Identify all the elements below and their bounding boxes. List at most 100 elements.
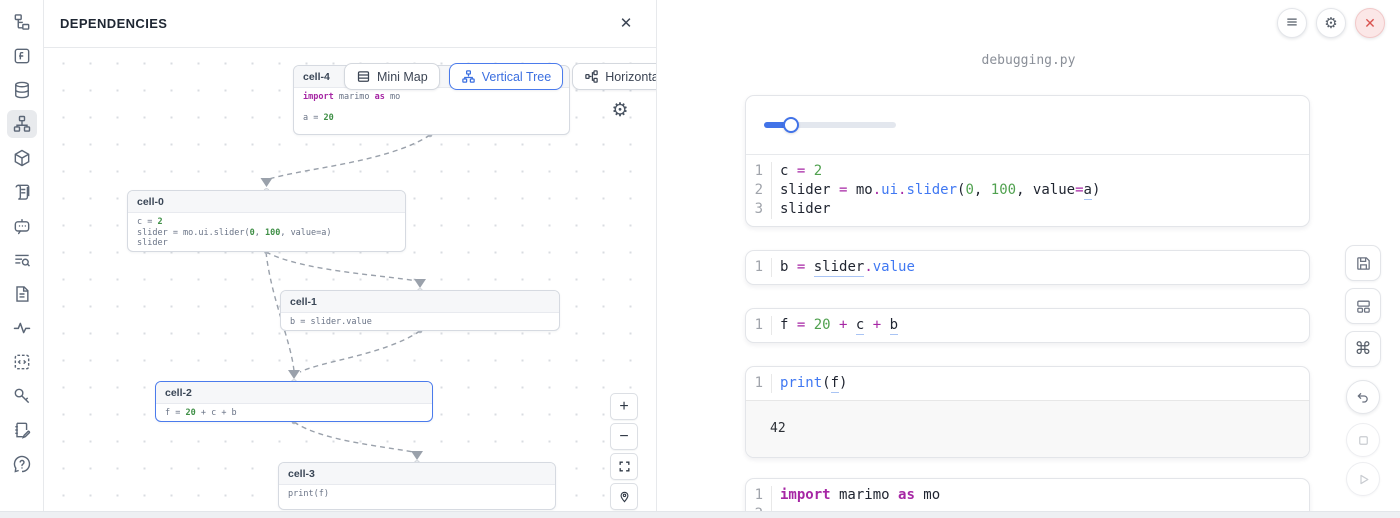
- vertical-tree-button[interactable]: Vertical Tree: [449, 63, 563, 90]
- notebook-settings-button[interactable]: ⚙: [1316, 8, 1346, 38]
- close-icon: ✕: [1364, 15, 1376, 32]
- mini-map-button[interactable]: Mini Map: [344, 63, 440, 90]
- layout-button[interactable]: [1345, 288, 1381, 324]
- logs-icon[interactable]: [7, 178, 37, 206]
- mini-map-icon: [356, 69, 371, 84]
- graph-node-title: cell-0: [128, 191, 405, 213]
- cell-console-output: 42: [746, 400, 1309, 457]
- graph-node-cell-3[interactable]: cell-3 print(f): [278, 462, 556, 510]
- documentation-icon[interactable]: [7, 280, 37, 308]
- vertical-tree-icon: [461, 69, 476, 84]
- zoom-in-icon: +: [619, 398, 628, 416]
- dependencies-panel: DEPENDENCIES ✕: [44, 0, 657, 518]
- database-icon[interactable]: [7, 76, 37, 104]
- code-editor[interactable]: 1f = 20 + c + b: [746, 309, 1309, 342]
- secrets-icon[interactable]: [7, 382, 37, 410]
- save-button[interactable]: [1345, 245, 1381, 281]
- graph-code-line: a = 20: [303, 113, 560, 124]
- graph-settings-gear-icon[interactable]: ⚙: [607, 97, 633, 123]
- notebook-edit-icon[interactable]: [7, 416, 37, 444]
- dependency-graph-canvas[interactable]: Mini Map Vertical Tree Horizontal Tree ⚙…: [44, 48, 656, 518]
- chat-icon[interactable]: [7, 212, 37, 240]
- graph-node-title: cell-1: [281, 291, 559, 313]
- code-line[interactable]: slider: [771, 200, 1309, 219]
- helper-panel-rail: [0, 0, 44, 518]
- dependencies-header: DEPENDENCIES ✕: [44, 0, 656, 48]
- keyboard-shortcuts-button[interactable]: ⌘: [1345, 331, 1381, 367]
- line-number: 1: [746, 486, 771, 505]
- graph-code-line: import marimo as mo: [303, 92, 560, 103]
- packages-icon[interactable]: [7, 144, 37, 172]
- line-number: 1: [746, 162, 771, 181]
- graph-node-cell-0[interactable]: cell-0 c = 2 slider = mo.ui.slider(0, 10…: [127, 190, 406, 252]
- horizontal-tree-icon: [584, 69, 599, 84]
- notebook-cell-b: 1b = slider.value: [745, 250, 1310, 285]
- layout-panels-icon: [1355, 298, 1372, 315]
- undo-icon: [1355, 389, 1371, 405]
- help-icon[interactable]: [7, 450, 37, 478]
- close-panel-button[interactable]: ✕: [614, 12, 638, 36]
- snippets-icon[interactable]: [7, 348, 37, 376]
- graph-node-cell-2[interactable]: cell-2 f = 20 + c + b: [155, 381, 433, 422]
- tracing-icon[interactable]: [7, 314, 37, 342]
- run-button[interactable]: [1346, 462, 1380, 496]
- line-number: 1: [746, 258, 771, 277]
- notebook-cell-f: 1f = 20 + c + b: [745, 308, 1310, 343]
- dependency-graph-icon[interactable]: [7, 110, 37, 138]
- graph-code-line: c = 2: [137, 217, 396, 228]
- slider-handle[interactable]: [783, 117, 799, 133]
- graph-node-title: cell-2: [156, 382, 432, 404]
- notebook-panel: debugging.py 1c = 2 2slider = mo.ui.slid…: [657, 0, 1400, 518]
- code-line[interactable]: import marimo as mo: [771, 486, 1309, 505]
- save-icon: [1355, 255, 1372, 272]
- zoom-out-icon: −: [619, 428, 628, 446]
- graph-code-line: slider: [137, 238, 396, 249]
- notebook-filename: debugging.py: [657, 53, 1400, 68]
- fit-view-icon: [618, 460, 631, 473]
- mini-map-label: Mini Map: [377, 70, 428, 84]
- graph-code-line: b = slider.value: [290, 317, 550, 328]
- horizontal-tree-button[interactable]: Horizontal Tree: [572, 63, 656, 90]
- notebook-cell-print: 1print(f) 42: [745, 366, 1310, 458]
- notebook-menu-button[interactable]: [1277, 8, 1307, 38]
- notebook-cells: 1c = 2 2slider = mo.ui.slider(0, 100, va…: [745, 71, 1310, 518]
- graph-code-line: slider = mo.ui.slider(0, 100, value=a): [137, 228, 396, 239]
- code-line[interactable]: print(f): [771, 374, 1309, 393]
- code-line[interactable]: slider = mo.ui.slider(0, 100, value=a): [771, 181, 1309, 200]
- line-number: 3: [746, 200, 771, 219]
- command-icon: ⌘: [1355, 339, 1372, 359]
- graph-node-cell-1[interactable]: cell-1 b = slider.value: [280, 290, 560, 331]
- undo-button[interactable]: [1346, 380, 1380, 414]
- fit-view-button[interactable]: [610, 453, 638, 480]
- variables-icon[interactable]: [7, 42, 37, 70]
- gear-icon: ⚙: [1324, 14, 1337, 32]
- code-line[interactable]: c = 2: [771, 162, 1309, 181]
- code-line[interactable]: f = 20 + c + b: [771, 316, 1309, 335]
- notebook-cell-slider: 1c = 2 2slider = mo.ui.slider(0, 100, va…: [745, 95, 1310, 227]
- locate-pin-button[interactable]: [610, 483, 638, 510]
- code-editor[interactable]: 1print(f): [746, 367, 1309, 400]
- file-tree-icon[interactable]: [7, 8, 37, 36]
- horizontal-tree-label: Horizontal Tree: [605, 70, 656, 84]
- zoom-in-button[interactable]: +: [610, 393, 638, 420]
- horizontal-scrollbar[interactable]: [0, 511, 1400, 518]
- graph-view-toolbar: Mini Map Vertical Tree Horizontal Tree: [344, 63, 656, 90]
- cell-output-area: [746, 96, 1309, 155]
- line-number: 1: [746, 374, 771, 393]
- line-number: 2: [746, 181, 771, 200]
- code-editor[interactable]: 1c = 2 2slider = mo.ui.slider(0, 100, va…: [746, 155, 1309, 226]
- code-editor[interactable]: 1b = slider.value: [746, 251, 1309, 284]
- scratchpad-search-icon[interactable]: [7, 246, 37, 274]
- stop-button[interactable]: [1346, 423, 1380, 457]
- graph-code-line: [303, 103, 560, 114]
- zoom-out-button[interactable]: −: [610, 423, 638, 450]
- slider-widget[interactable]: [764, 117, 896, 133]
- shutdown-button[interactable]: ✕: [1355, 8, 1385, 38]
- hamburger-menu-icon: [1285, 15, 1299, 32]
- graph-code-line: print(f): [288, 489, 546, 500]
- code-line[interactable]: b = slider.value: [771, 258, 1309, 277]
- dependencies-title: DEPENDENCIES: [60, 16, 167, 31]
- graph-code-line: f = 20 + c + b: [165, 408, 423, 419]
- play-icon: [1356, 472, 1371, 487]
- map-pin-icon: [618, 490, 631, 503]
